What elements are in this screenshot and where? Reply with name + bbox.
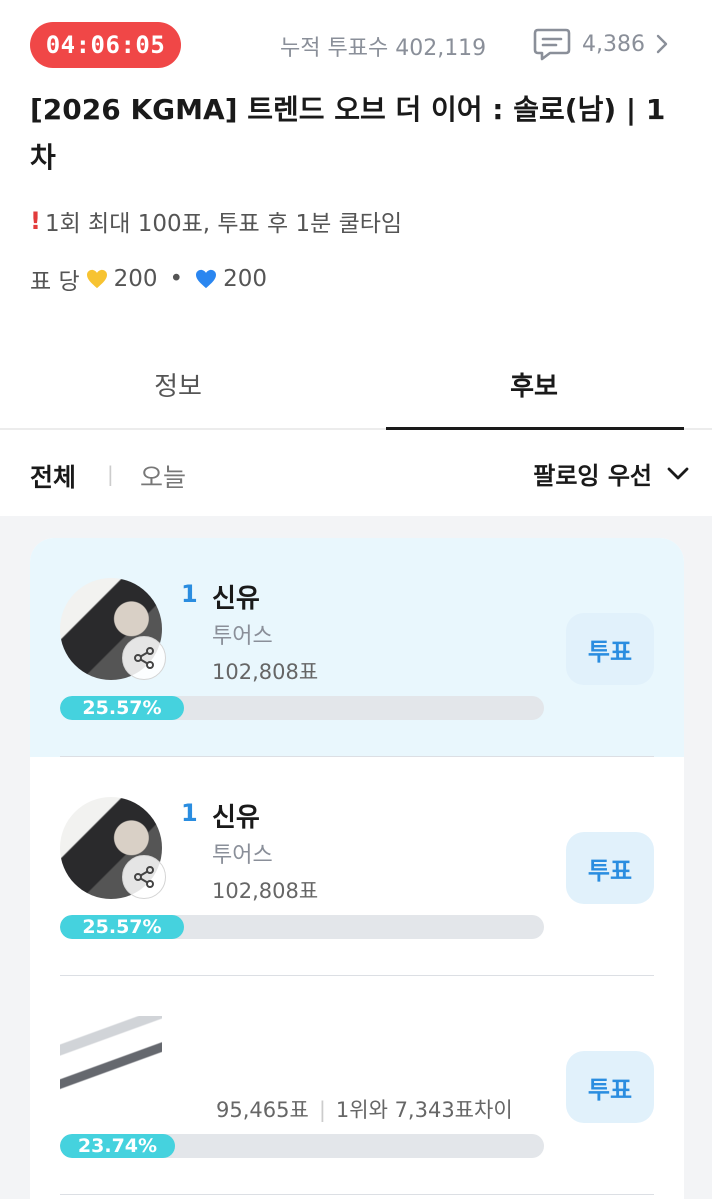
comments-link[interactable]: 4,386: [532, 26, 669, 62]
share-icon: [134, 647, 154, 669]
candidate-votes: 95,465표: [216, 1098, 309, 1122]
share-button[interactable]: [122, 636, 166, 680]
candidate-rank: 1: [181, 799, 198, 827]
vote-notice: ! 1회 최대 100표, 투표 후 1분 쿨타임: [30, 204, 402, 238]
page-title: [2026 KGMA] 트렌드 오브 더 이어 : 솔로(남) | 1차: [30, 93, 666, 174]
cost-dot: •: [169, 266, 184, 292]
sort-dropdown[interactable]: 팔로잉 우선: [533, 456, 690, 491]
filter-today[interactable]: 오늘: [140, 458, 186, 494]
candidate-name: 신유: [212, 803, 260, 833]
tab-bar: 정보 후보: [0, 340, 712, 430]
vote-cost: 표 당 200 • 200: [30, 262, 267, 296]
candidate-votes: 102,808표: [212, 660, 319, 684]
candidate-row: 95,465표 | 1위와 7,343표차이 투표 23.74%: [30, 976, 684, 1195]
exclamation-icon: !: [30, 207, 41, 235]
chevron-down-icon: [667, 467, 689, 479]
vote-button[interactable]: 투표: [566, 832, 654, 904]
vote-progress-bar: 25.57%: [60, 915, 544, 939]
notice-text: 1회 최대 100표, 투표 후 1분 쿨타임: [44, 211, 403, 237]
yellow-heart-icon: [86, 269, 107, 289]
candidate-group: 투어스: [212, 843, 273, 868]
candidate-rank: 1: [181, 580, 198, 608]
tab-info[interactable]: 정보: [0, 340, 356, 428]
vote-progress-fill: 25.57%: [60, 696, 184, 720]
filter-all[interactable]: 전체: [30, 458, 76, 494]
cost-yellow-value: 200: [113, 266, 158, 292]
vote-progress-fill: 25.57%: [60, 915, 184, 939]
tab-candidates[interactable]: 후보: [356, 340, 712, 430]
candidate-list: 1 신유 투어스 102,808표 투표 25.57% 1 신유 투어스 102…: [30, 538, 684, 1199]
countdown-timer: 04:06:05: [30, 22, 181, 68]
candidate-gap: 1위와 7,343표차이: [335, 1098, 513, 1122]
candidate-votes: 102,808표: [212, 879, 319, 903]
comment-icon: [533, 28, 571, 61]
candidate-group: 투어스: [212, 624, 273, 649]
total-votes-label: 누적 투표수: [280, 36, 389, 61]
sort-label: 팔로잉 우선: [533, 462, 652, 490]
votes-separator: |: [318, 1098, 326, 1122]
cost-label: 표 당: [30, 269, 80, 295]
vote-button[interactable]: 투표: [566, 613, 654, 685]
blue-heart-icon: [196, 269, 217, 289]
share-icon: [134, 866, 154, 888]
candidate-name: 신유: [212, 584, 260, 614]
total-votes: 누적 투표수 402,119: [280, 30, 486, 62]
row-divider: [60, 1194, 654, 1195]
candidate-row: 1 신유 투어스 102,808표 투표 25.57%: [30, 757, 684, 976]
vote-progress-fill: 23.74%: [60, 1134, 175, 1158]
share-button[interactable]: [122, 855, 166, 899]
total-votes-value: 402,119: [395, 36, 487, 61]
cost-blue-value: 200: [223, 266, 268, 292]
candidate-row: 1 신유 투어스 102,808표 투표 25.57%: [30, 538, 684, 757]
comment-count: 4,386: [582, 31, 645, 57]
candidate-votes-line: 95,465표 | 1위와 7,343표차이: [216, 1094, 513, 1124]
chevron-right-icon: [656, 34, 668, 54]
filter-separator: |: [107, 462, 114, 486]
filter-bar: 전체 | 오늘 팔로잉 우선: [0, 432, 712, 516]
vote-progress-bar: 23.74%: [60, 1134, 544, 1158]
vote-progress-bar: 25.57%: [60, 696, 544, 720]
candidate-avatar-obscured: [60, 1016, 162, 1118]
vote-button[interactable]: 투표: [566, 1051, 654, 1123]
